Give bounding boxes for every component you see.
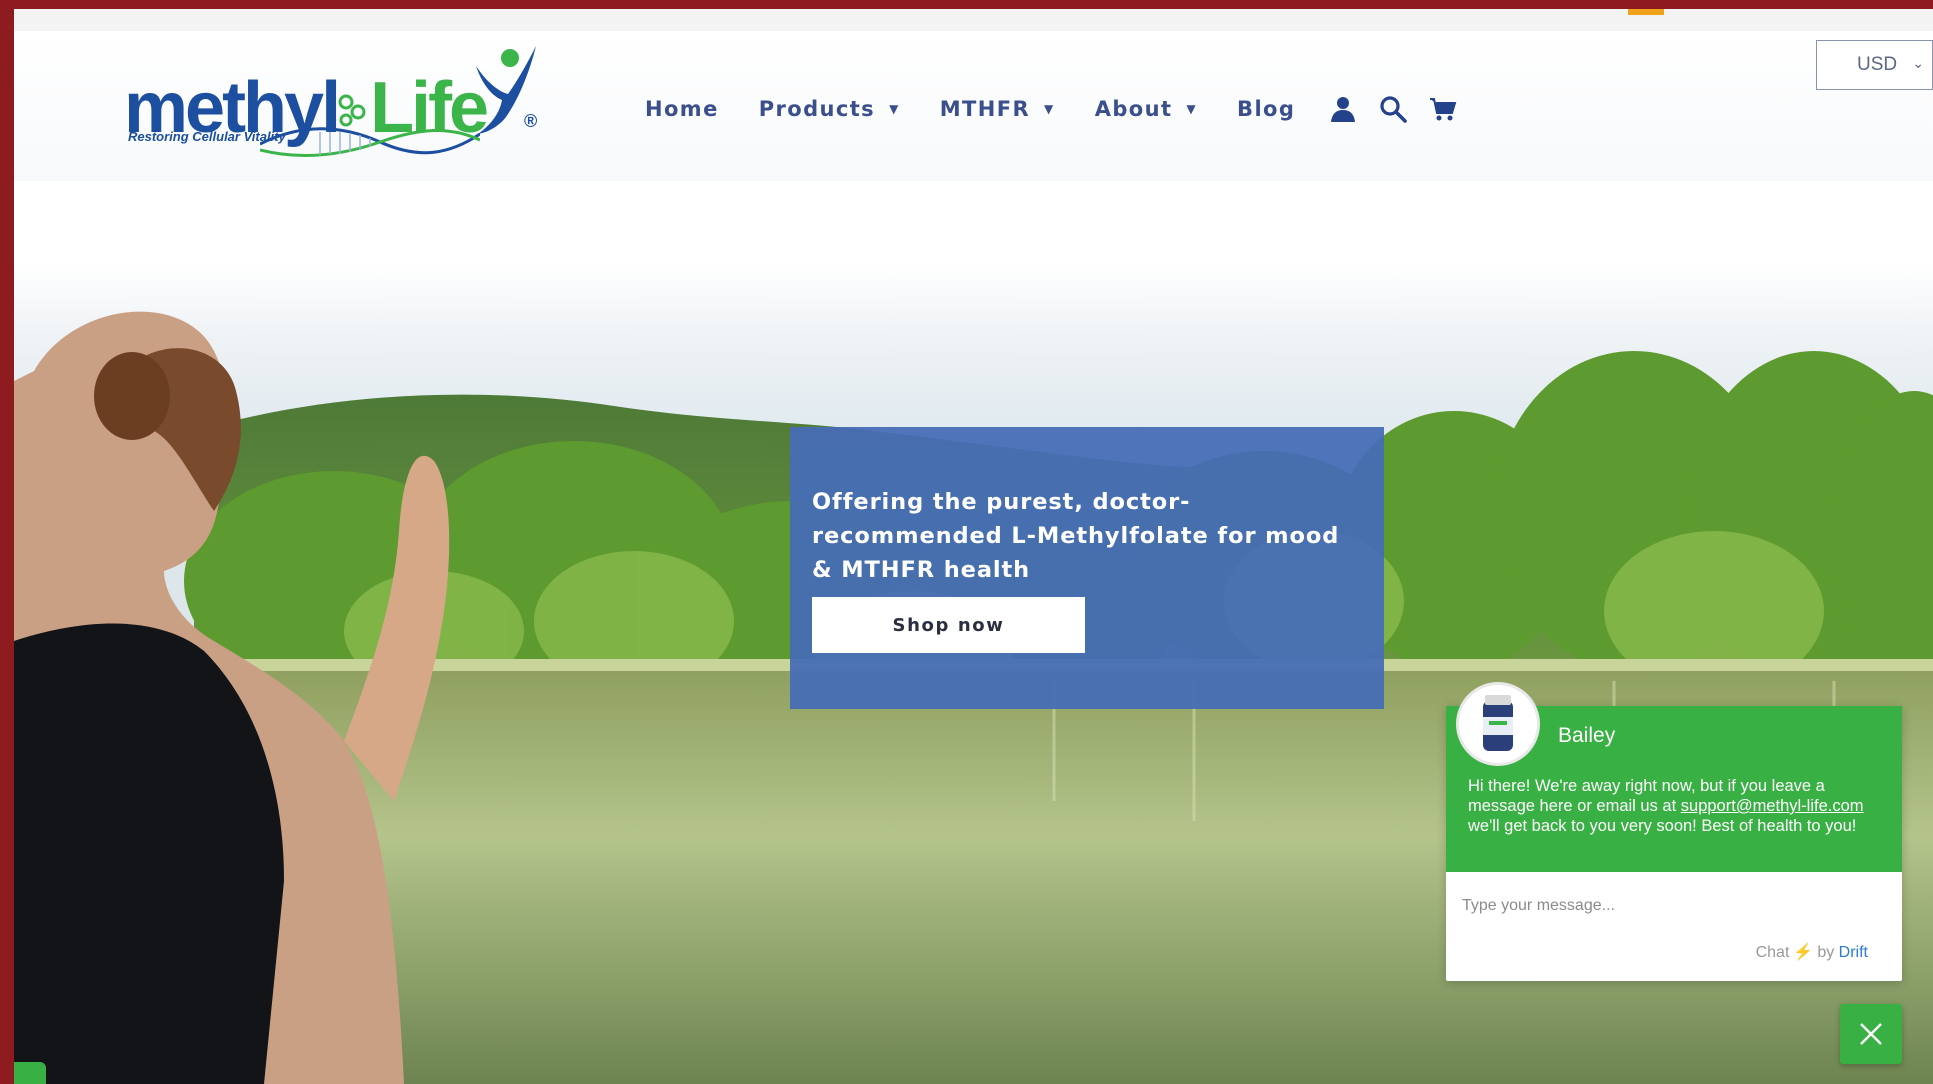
nav-label: Home bbox=[645, 97, 719, 121]
currency-value: USD bbox=[1857, 54, 1898, 75]
dna-helix-icon bbox=[260, 127, 480, 157]
nav-label: Products bbox=[758, 97, 876, 121]
site-logo[interactable]: methyl Life ® Restoring Cellular Vitality bbox=[110, 40, 550, 175]
nav-item-home[interactable]: Home bbox=[645, 97, 719, 121]
chat-message-input[interactable] bbox=[1460, 890, 1864, 922]
nav-label: About bbox=[1094, 97, 1173, 121]
strip-accent bbox=[1628, 9, 1664, 15]
nav-item-mthfr[interactable]: MTHFR ▼ bbox=[940, 97, 1055, 121]
nav-item-products[interactable]: Products ▼ bbox=[759, 97, 900, 121]
caret-down-icon: ▼ bbox=[889, 102, 900, 116]
chat-brand-prefix: Chat bbox=[1755, 944, 1790, 961]
lightning-bolt-icon: ⚡ bbox=[1793, 944, 1814, 961]
chat-widget: Bailey Hi there! We're away right now, b… bbox=[1446, 682, 1902, 981]
main-nav: Home Products ▼ MTHFR ▼ About ▼ Blog bbox=[645, 94, 1479, 124]
hero-headline: Offering the purest, doctor-recommended … bbox=[812, 489, 1340, 583]
currency-selector[interactable]: USD ⌄ bbox=[1816, 40, 1933, 90]
account-icon[interactable] bbox=[1329, 95, 1357, 123]
window-frame-top bbox=[0, 0, 1933, 9]
caret-down-icon: ▼ bbox=[1044, 102, 1055, 116]
chat-message: Hi there! We're away right now, but if y… bbox=[1468, 776, 1878, 836]
corner-widget-tab[interactable] bbox=[14, 1062, 46, 1084]
chevron-down-icon: ⌄ bbox=[1912, 55, 1924, 71]
shop-now-button[interactable]: Shop now bbox=[812, 597, 1085, 653]
nav-label: MTHFR bbox=[939, 97, 1031, 121]
chat-agent-name: Bailey bbox=[1558, 724, 1616, 747]
caret-down-icon: ▼ bbox=[1186, 102, 1198, 116]
nav-item-blog[interactable]: Blog bbox=[1237, 97, 1295, 121]
cart-icon[interactable] bbox=[1429, 95, 1457, 123]
drift-link[interactable]: Drift bbox=[1839, 944, 1868, 961]
chat-brand-by: by bbox=[1817, 944, 1835, 961]
nav-label: Blog bbox=[1237, 97, 1296, 121]
registered-mark: ® bbox=[524, 111, 538, 131]
support-email-link[interactable]: support@methyl-life.com bbox=[1681, 797, 1864, 815]
chat-close-button[interactable] bbox=[1840, 1004, 1902, 1064]
chat-header: Bailey Hi there! We're away right now, b… bbox=[1446, 682, 1902, 872]
window-frame-left bbox=[0, 0, 14, 1084]
chat-agent-avatar bbox=[1456, 682, 1540, 766]
chat-message-text-end: we'll get back to you very soon! Best of… bbox=[1468, 817, 1857, 835]
nav-item-about[interactable]: About ▼ bbox=[1095, 97, 1197, 121]
search-icon[interactable] bbox=[1379, 95, 1408, 123]
chat-branding: Chat ⚡ by Drift bbox=[1756, 942, 1868, 962]
hero-promo-box: Offering the purest, doctor-recommended … bbox=[790, 427, 1384, 709]
close-icon bbox=[1860, 1023, 1882, 1045]
